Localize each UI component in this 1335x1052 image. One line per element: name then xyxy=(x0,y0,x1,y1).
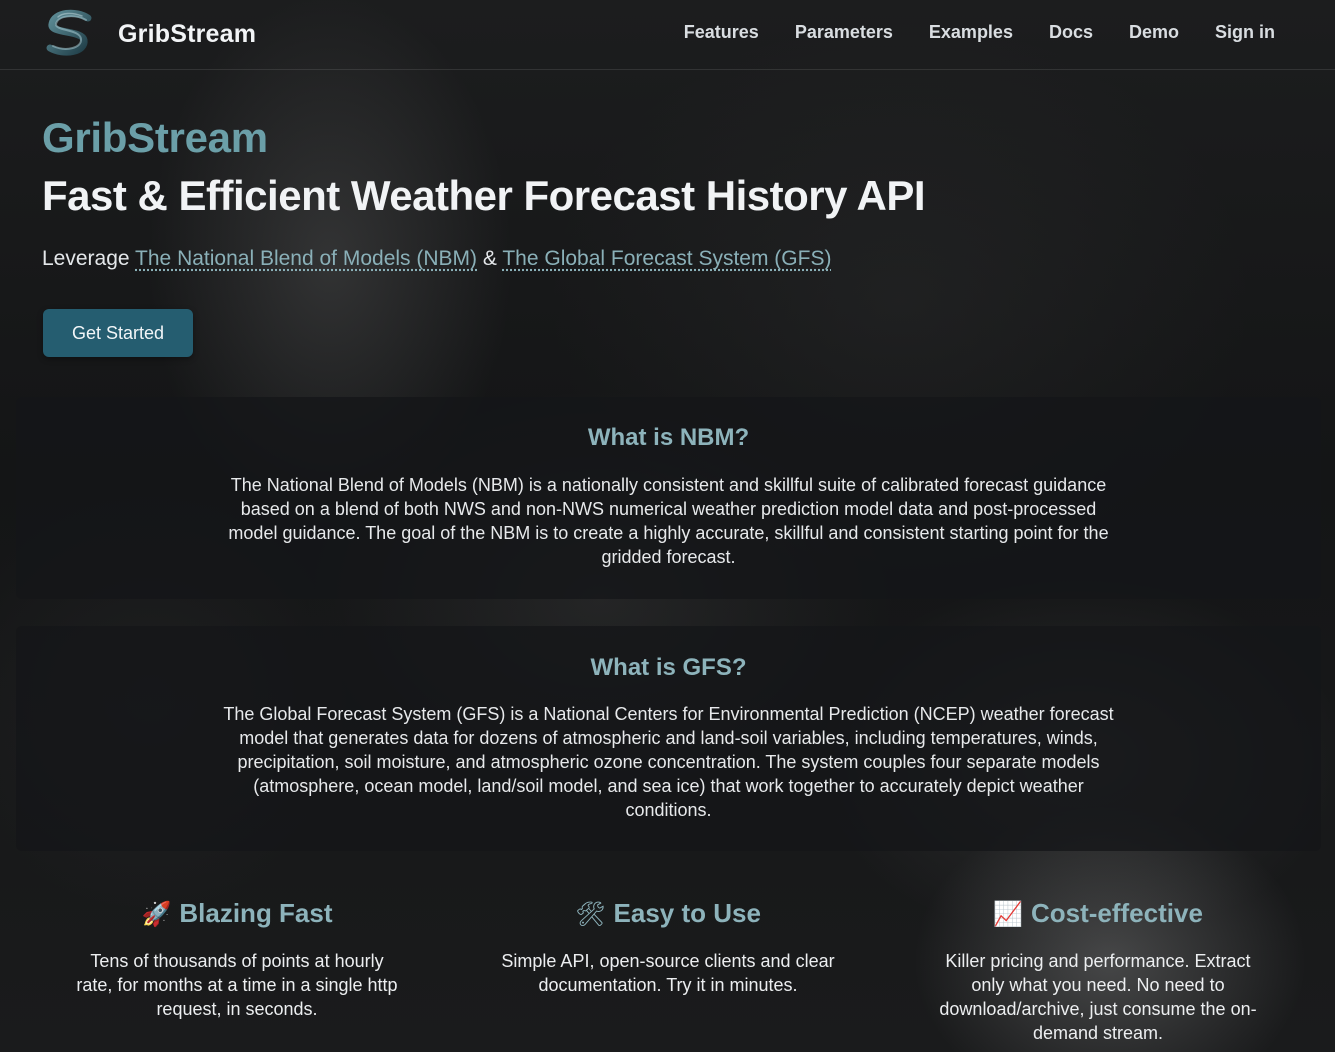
feature-title-text: Blazing Fast xyxy=(179,898,333,928)
nav-features[interactable]: Features xyxy=(684,22,759,43)
gfs-card-text: The Global Forecast System (GFS) is a Na… xyxy=(223,704,1114,820)
nbm-info-card: What is NBM? The National Blend of Model… xyxy=(16,397,1321,599)
hero-subtitle: Leverage The National Blend of Models (N… xyxy=(42,247,831,271)
feature-title: 🚀 Blazing Fast xyxy=(47,898,427,929)
feature-title: 🛠 Easy to Use xyxy=(478,898,858,929)
feature-title-text: Cost-effective xyxy=(1030,898,1203,928)
feature-text: Simple API, open-source clients and clea… xyxy=(501,951,835,995)
feature-text: Killer pricing and performance. Extract … xyxy=(939,951,1257,1043)
brand[interactable]: GribStream xyxy=(42,8,256,60)
gfs-info-card: What is GFS? The Global Forecast System … xyxy=(16,626,1321,851)
gribstream-logo-icon xyxy=(46,9,92,56)
nav-demo[interactable]: Demo xyxy=(1129,22,1179,43)
main-nav: Features Parameters Examples Docs Demo S… xyxy=(648,22,1275,43)
joiner-text: & xyxy=(482,247,497,270)
feature-easy-to-use: 🛠 Easy to Use Simple API, open-source cli… xyxy=(478,898,858,997)
nav-docs[interactable]: Docs xyxy=(1049,22,1093,43)
nbm-link[interactable]: The National Blend of Models (NBM) xyxy=(135,247,477,270)
feature-text: Tens of thousands of points at hourly ra… xyxy=(76,951,398,1019)
nav-sign-in[interactable]: Sign in xyxy=(1215,22,1275,43)
hero-title: Fast & Efficient Weather Forecast Histor… xyxy=(42,172,926,219)
get-started-button[interactable]: Get Started xyxy=(43,309,193,357)
feature-cost-effective: 📈 Cost-effective Killer pricing and perfo… xyxy=(908,898,1288,1045)
nav-parameters[interactable]: Parameters xyxy=(795,22,893,43)
rocket-icon: 🚀 xyxy=(141,900,172,928)
tools-icon: 🛠 xyxy=(575,900,606,928)
gfs-link[interactable]: The Global Forecast System (GFS) xyxy=(502,247,831,270)
feature-title: 📈 Cost-effective xyxy=(908,898,1288,929)
nbm-card-text: The National Blend of Models (NBM) is a … xyxy=(228,475,1109,567)
gfs-card-title: What is GFS? xyxy=(590,654,747,681)
feature-blazing-fast: 🚀 Blazing Fast Tens of thousands of point… xyxy=(47,898,427,1021)
brand-name: GribStream xyxy=(118,19,257,48)
leverage-text: Leverage xyxy=(42,247,130,270)
nbm-card-title: What is NBM? xyxy=(587,424,750,451)
chart-increasing-icon: 📈 xyxy=(993,900,1023,928)
nav-examples[interactable]: Examples xyxy=(929,22,1013,43)
navbar: GribStream Features Parameters Examples … xyxy=(0,0,1335,70)
feature-title-text: Easy to Use xyxy=(613,898,761,928)
hero-kicker: GribStream xyxy=(42,114,268,161)
